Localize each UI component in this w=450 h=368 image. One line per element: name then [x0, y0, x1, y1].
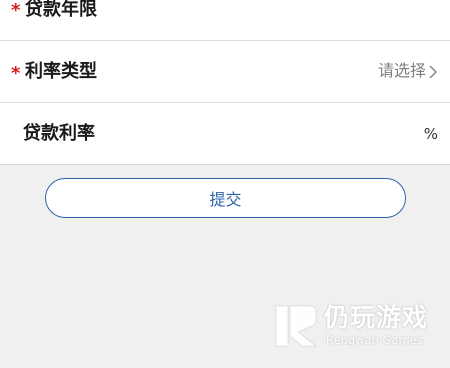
watermark-chinese-text: 仍玩游戏	[324, 303, 429, 332]
chevron-right-icon[interactable]	[428, 65, 438, 79]
required-mark: *	[11, 63, 21, 84]
loan-term-label: 贷款年限	[25, 0, 97, 20]
loan-rate-row[interactable]: 贷款利率 %	[0, 103, 450, 165]
required-mark: *	[11, 0, 21, 21]
watermark: 仍玩游戏 Rengwan Games	[272, 302, 442, 352]
percent-unit: %	[423, 125, 438, 143]
rate-type-label: 利率类型	[25, 61, 97, 82]
rate-type-row[interactable]: * 利率类型 请选择	[0, 41, 450, 103]
loan-rate-label: 贷款利率	[23, 123, 95, 144]
rate-type-select-placeholder[interactable]: 请选择	[378, 63, 426, 79]
submit-button[interactable]: 提交	[45, 178, 406, 218]
loan-term-row[interactable]: * 贷款年限	[0, 0, 450, 41]
loan-form: * 贷款年限 * 利率类型 请选择 贷款利率 %	[0, 0, 450, 165]
rengwan-logo-icon	[275, 305, 318, 347]
watermark-english-text: Rengwan Games	[326, 333, 423, 347]
